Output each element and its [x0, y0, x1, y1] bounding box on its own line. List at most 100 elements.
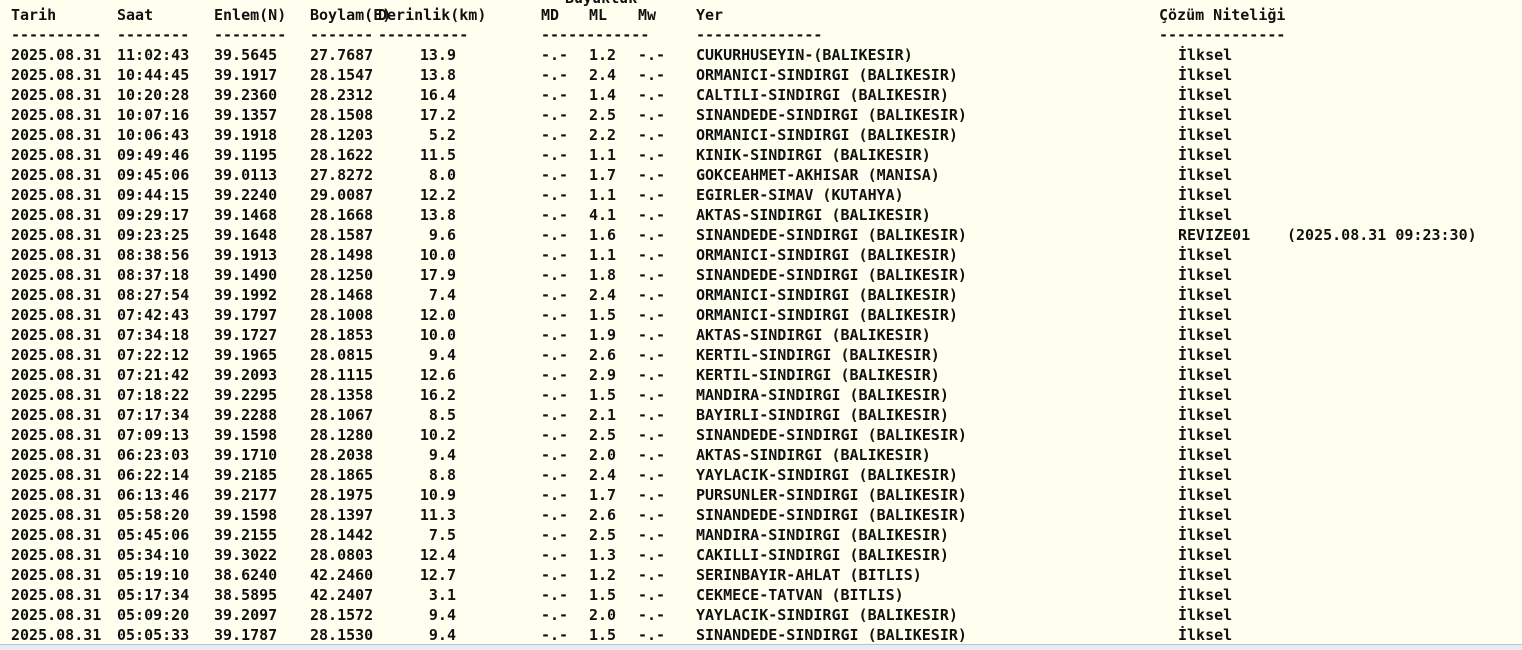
cell-cozum: İlksel: [1178, 266, 1233, 284]
cell-ml: 4.1: [589, 206, 617, 224]
table-row: 2025.08.31 10:20:28 39.2360 28.2312 16.4 -.- 1…: [0, 85, 1522, 105]
cell-cozum: İlksel: [1178, 246, 1233, 264]
cell-derinlik: 7.4: [428, 286, 456, 304]
cell-cozum: İlksel: [1178, 486, 1233, 504]
cell-boylam: 28.1203: [310, 126, 374, 144]
cell-cozum: İlksel: [1178, 146, 1233, 164]
separator-buyukluk: ------------: [541, 26, 650, 44]
cell-boylam: 28.1358: [310, 386, 374, 404]
cell-enlem: 39.1797: [214, 306, 278, 324]
cell-cozum: İlksel: [1178, 86, 1233, 104]
cell-saat: 09:44:15: [117, 186, 190, 204]
cell-tarih: 2025.08.31: [11, 326, 102, 344]
cell-saat: 09:23:25: [117, 226, 190, 244]
header-mw: Mw: [638, 6, 657, 24]
cell-mw: -.-: [638, 266, 666, 284]
cell-derinlik: 9.4: [428, 346, 456, 364]
table-row: 2025.08.31 07:17:34 39.2288 28.1067 8.5 -.- 2.…: [0, 405, 1522, 425]
cell-ml: 1.1: [589, 246, 617, 264]
cell-mw: -.-: [638, 206, 666, 224]
cell-enlem: 39.2093: [214, 366, 278, 384]
cell-boylam: 28.1865: [310, 466, 374, 484]
cell-boylam: 28.1530: [310, 626, 374, 644]
cell-mw: -.-: [638, 386, 666, 404]
cell-derinlik: 13.8: [419, 206, 456, 224]
cell-boylam: 42.2460: [310, 566, 374, 584]
cell-ml: 2.4: [589, 466, 617, 484]
cell-ml: 2.0: [589, 446, 617, 464]
cell-mw: -.-: [638, 306, 666, 324]
separator-saat: --------: [117, 26, 190, 44]
cell-enlem: 39.2360: [214, 86, 278, 104]
cell-derinlik: 8.0: [428, 166, 456, 184]
cell-mw: -.-: [638, 446, 666, 464]
cell-tarih: 2025.08.31: [11, 426, 102, 444]
cell-md: -.-: [541, 606, 569, 624]
cell-md: -.-: [541, 566, 569, 584]
cell-cozum: İlksel: [1178, 566, 1233, 584]
cell-derinlik: 9.4: [428, 626, 456, 644]
cell-md: -.-: [541, 186, 569, 204]
cell-boylam: 28.1397: [310, 506, 374, 524]
cell-ml: 1.8: [589, 266, 617, 284]
cell-cozum: İlksel: [1178, 126, 1233, 144]
table-row: 2025.08.31 05:17:34 38.5895 42.2407 3.1 -.- 1.…: [0, 585, 1522, 605]
cell-tarih: 2025.08.31: [11, 366, 102, 384]
cell-boylam: 28.1250: [310, 266, 374, 284]
cell-tarih: 2025.08.31: [11, 126, 102, 144]
cell-cozum: İlksel: [1178, 166, 1233, 184]
cell-enlem: 39.1918: [214, 126, 278, 144]
cell-ml: 2.1: [589, 406, 617, 424]
cell-saat: 06:22:14: [117, 466, 190, 484]
cell-cozum: İlksel: [1178, 366, 1233, 384]
cell-md: -.-: [541, 506, 569, 524]
cell-mw: -.-: [638, 66, 666, 84]
cell-enlem: 39.1787: [214, 626, 278, 644]
cell-saat: 08:27:54: [117, 286, 190, 304]
cell-enlem: 39.1965: [214, 346, 278, 364]
cell-yer: SINANDEDE-SINDIRGI (BALIKESIR): [696, 226, 967, 244]
cell-tarih: 2025.08.31: [11, 146, 102, 164]
header-ml: ML: [589, 6, 608, 24]
cell-enlem: 39.2240: [214, 186, 278, 204]
header-derinlik: Derinlik(km): [378, 6, 487, 24]
cell-md: -.-: [541, 366, 569, 384]
cell-derinlik: 10.0: [419, 246, 456, 264]
cell-enlem: 39.2288: [214, 406, 278, 424]
cell-tarih: 2025.08.31: [11, 486, 102, 504]
cell-md: -.-: [541, 126, 569, 144]
cell-ml: 1.4: [589, 86, 617, 104]
cell-derinlik: 16.2: [419, 386, 456, 404]
cell-md: -.-: [541, 466, 569, 484]
cell-boylam: 28.1547: [310, 66, 374, 84]
cell-yer: SINANDEDE-SINDIRGI (BALIKESIR): [696, 426, 967, 444]
cell-cozum: İlksel: [1178, 186, 1233, 204]
cell-mw: -.-: [638, 86, 666, 104]
cell-yer: KINIK-SINDIRGI (BALIKESIR): [696, 146, 931, 164]
cell-mw: -.-: [638, 46, 666, 64]
earthquake-list-viewport[interactable]: Büyüklük Tarih Saat Enlem(N) Boylam(E) D…: [0, 0, 1522, 644]
cell-ml: 1.2: [589, 566, 617, 584]
cell-boylam: 28.1668: [310, 206, 374, 224]
cell-derinlik: 17.9: [419, 266, 456, 284]
cell-md: -.-: [541, 266, 569, 284]
cell-ml: 2.5: [589, 106, 617, 124]
cell-derinlik: 12.7: [419, 566, 456, 584]
cell-boylam: 28.1280: [310, 426, 374, 444]
header-separator-row: ---------- -------- -------- ------- ---…: [0, 25, 1522, 45]
cell-yer: AKTAS-SINDIRGI (BALIKESIR): [696, 206, 931, 224]
cell-saat: 07:22:12: [117, 346, 190, 364]
cell-mw: -.-: [638, 326, 666, 344]
cell-yer: ORMANICI-SINDIRGI (BALIKESIR): [696, 286, 958, 304]
table-row: 2025.08.31 09:44:15 39.2240 29.0087 12.2 -.- 1…: [0, 185, 1522, 205]
cell-md: -.-: [541, 286, 569, 304]
cell-cozum: İlksel: [1178, 586, 1233, 604]
table-row: 2025.08.31 07:42:43 39.1797 28.1008 12.0 -.- 1…: [0, 305, 1522, 325]
cell-derinlik: 5.2: [428, 126, 456, 144]
cell-mw: -.-: [638, 406, 666, 424]
cell-saat: 10:07:16: [117, 106, 190, 124]
cell-cozum: İlksel: [1178, 606, 1233, 624]
cell-tarih: 2025.08.31: [11, 206, 102, 224]
cell-mw: -.-: [638, 526, 666, 544]
cell-yer: YAYLACIK-SINDIRGI (BALIKESIR): [696, 466, 958, 484]
